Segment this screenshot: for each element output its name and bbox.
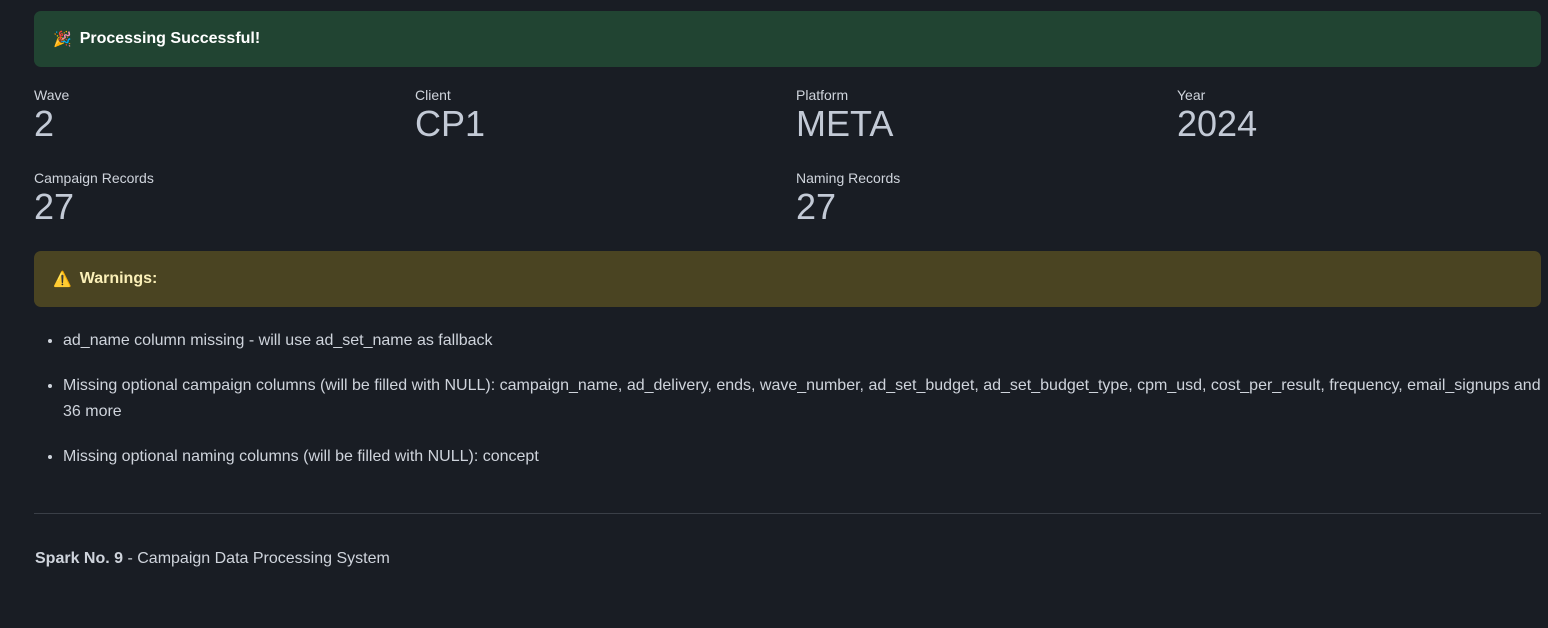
metric-year: Year 2024 [1177, 87, 1541, 144]
metric-label: Wave [34, 87, 70, 103]
warning-alert-text: Warnings: [79, 270, 158, 287]
metrics-row-records: Campaign Records 27 Naming Records 27 [34, 170, 1541, 227]
warning-triangle-icon: ⚠️ [53, 270, 72, 288]
metrics-row-primary: Wave 2 Client CP1 Platform META Year 202… [34, 87, 1541, 144]
list-item: ad_name column missing - will use ad_set… [63, 327, 1541, 354]
metric-campaign-records: Campaign Records 27 [34, 170, 796, 227]
divider [34, 513, 1541, 514]
metric-value: 2 [34, 103, 55, 144]
metric-label: Naming Records [796, 170, 901, 186]
metric-naming-records: Naming Records 27 [796, 170, 1541, 227]
metric-label: Campaign Records [34, 170, 154, 186]
main-container: 🎉 Processing Successful! Wave 2 Client C… [34, 11, 1541, 568]
list-item: Missing optional campaign columns (will … [63, 372, 1541, 425]
list-item: Missing optional naming columns (will be… [63, 443, 1541, 470]
footer-brand: Spark No. 9 [35, 550, 124, 567]
metric-label: Client [415, 87, 451, 103]
metric-wave: Wave 2 [34, 87, 415, 144]
metric-client: Client CP1 [415, 87, 796, 144]
warnings-list: ad_name column missing - will use ad_set… [34, 327, 1541, 470]
footer-tagline: - Campaign Data Processing System [123, 550, 390, 567]
footer: Spark No. 9 - Campaign Data Processing S… [34, 550, 1541, 568]
metric-value: 2024 [1177, 103, 1258, 144]
metric-value: CP1 [415, 103, 486, 144]
metric-value: META [796, 103, 894, 144]
metric-label: Platform [796, 87, 849, 103]
success-alert: 🎉 Processing Successful! [34, 11, 1541, 67]
metric-label: Year [1177, 87, 1206, 103]
metric-value: 27 [796, 186, 837, 227]
metric-platform: Platform META [796, 87, 1177, 144]
warning-alert: ⚠️ Warnings: [34, 251, 1541, 307]
party-popper-icon: 🎉 [53, 30, 72, 48]
metric-value: 27 [34, 186, 75, 227]
success-alert-text: Processing Successful! [79, 30, 261, 47]
